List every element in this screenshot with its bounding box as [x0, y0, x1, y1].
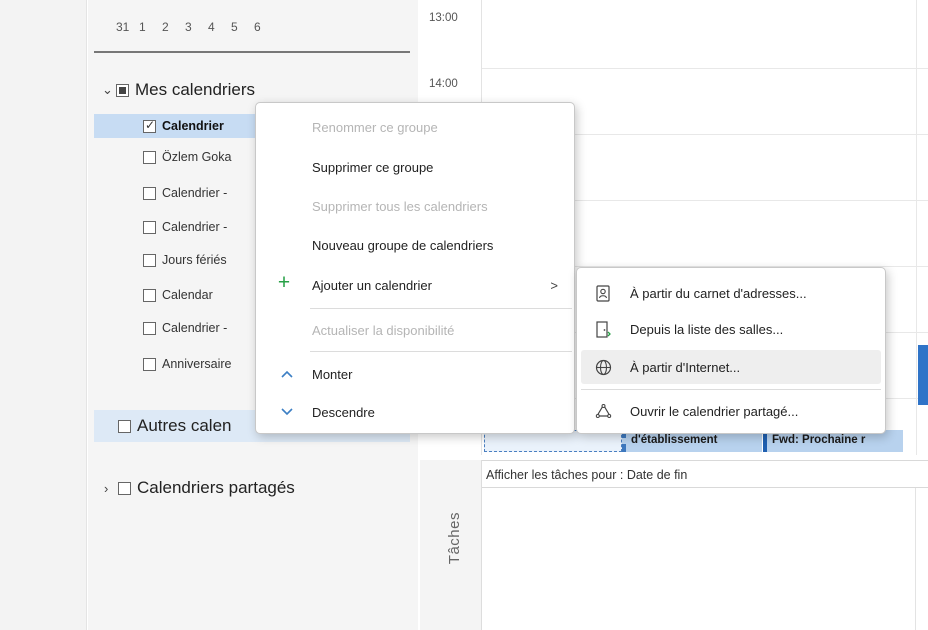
event-title: d'établissement	[631, 434, 718, 446]
chevron-up-icon	[278, 365, 296, 383]
group-checkbox[interactable]	[118, 419, 131, 433]
add-calendar-submenu: À partir du carnet d'adresses... Depuis …	[576, 267, 886, 434]
chevron-down-icon	[278, 403, 296, 421]
menu-item-add-calendar[interactable]: + Ajouter un calendrier >	[256, 268, 574, 302]
mini-calendar-day[interactable]: 5	[231, 20, 254, 34]
mini-calendar-day[interactable]: 31	[116, 20, 139, 34]
calendar-checkbox[interactable]	[143, 321, 156, 335]
calendar-item-label: Calendrier	[162, 119, 224, 133]
hour-gridline	[482, 68, 928, 69]
calendar-checkbox[interactable]	[143, 186, 156, 200]
submenu-item-label: Ouvrir le calendrier partagé...	[630, 403, 799, 419]
menu-item-label: Descendre	[312, 404, 375, 420]
menu-separator	[581, 389, 881, 390]
menu-item-label: Nouveau groupe de calendriers	[312, 237, 494, 253]
mini-calendar-day[interactable]: 6	[254, 20, 277, 34]
calendar-checkbox[interactable]	[143, 288, 156, 302]
submenu-item-label: À partir du carnet d'adresses...	[630, 285, 807, 301]
group-checkbox[interactable]	[116, 83, 129, 97]
submenu-item-label: À partir d'Internet...	[630, 359, 741, 375]
calendar-item-label: Calendrier -	[162, 321, 228, 335]
calendar-checkbox[interactable]	[143, 253, 156, 267]
calendar-item-label: Anniversaire	[162, 357, 232, 371]
menu-item-rename-group[interactable]: Renommer ce groupe	[256, 110, 574, 144]
menu-item-refresh-availability[interactable]: Actualiser la disponibilité	[256, 313, 574, 347]
tasks-header[interactable]: Afficher les tâches pour : Date de fin	[482, 460, 928, 488]
shared-calendar-icon	[594, 402, 612, 420]
calendar-item-label: Calendar	[162, 288, 213, 302]
calendar-item[interactable]: Anniversaire	[143, 352, 231, 376]
calendar-item-label: Calendrier -	[162, 220, 228, 234]
calendar-checkbox[interactable]	[143, 220, 156, 234]
submenu-item-from-internet[interactable]: À partir d'Internet...	[581, 350, 881, 384]
menu-item-label: Actualiser la disponibilité	[312, 322, 455, 338]
my-calendars-group[interactable]: ⌄ Mes calendriers	[102, 80, 255, 100]
menu-item-new-calendar-group[interactable]: Nouveau groupe de calendriers	[256, 228, 574, 262]
time-label: 13:00	[429, 12, 458, 24]
calendar-item[interactable]: Calendrier -	[143, 181, 227, 205]
menu-item-move-down[interactable]: Descendre	[256, 395, 574, 429]
calendar-item-label: Özlem Goka	[162, 150, 232, 164]
chevron-right-icon[interactable]: ›	[104, 481, 118, 496]
calendar-item[interactable]: Jours fériés	[143, 248, 227, 272]
submenu-item-from-address-book[interactable]: À partir du carnet d'adresses...	[581, 276, 881, 310]
menu-item-move-up[interactable]: Monter	[256, 357, 574, 391]
calendar-item[interactable]: Calendrier -	[143, 215, 227, 239]
event-title: Fwd: Prochaine r	[772, 434, 866, 446]
menu-item-label: Renommer ce groupe	[312, 119, 438, 135]
mini-calendar-week: 31 1 2 3 4 5 6	[116, 20, 277, 34]
address-book-icon	[594, 284, 612, 302]
calendar-item[interactable]: Özlem Goka	[143, 145, 231, 169]
menu-item-label: Supprimer ce groupe	[312, 159, 434, 175]
mini-calendar-day[interactable]: 2	[162, 20, 185, 34]
menu-separator	[310, 308, 572, 309]
other-calendars-title: Autres calen	[137, 416, 232, 435]
submenu-item-label: Depuis la liste des salles...	[630, 321, 784, 337]
globe-icon	[594, 358, 612, 376]
submenu-item-open-shared-calendar[interactable]: Ouvrir le calendrier partagé...	[581, 394, 881, 428]
calendar-checkbox[interactable]	[143, 357, 156, 371]
calendar-checkbox[interactable]	[143, 118, 156, 133]
calendar-item-label: Calendrier -	[162, 186, 228, 200]
submenu-item-from-room-list[interactable]: Depuis la liste des salles...	[581, 312, 881, 346]
menu-item-delete-group[interactable]: Supprimer ce groupe	[256, 150, 574, 184]
mini-calendar-day[interactable]: 1	[139, 20, 162, 34]
menu-item-label: Ajouter un calendrier	[312, 277, 432, 293]
chevron-down-icon[interactable]: ⌄	[102, 82, 116, 98]
shared-calendars-group[interactable]: › Calendriers partagés	[104, 478, 295, 498]
shared-calendars-title: Calendriers partagés	[137, 478, 295, 497]
submenu-arrow-icon: >	[550, 277, 558, 293]
menu-item-label: Supprimer tous les calendriers	[312, 198, 488, 214]
group-checkbox[interactable]	[118, 481, 131, 495]
mini-calendar-divider	[94, 51, 410, 53]
event-marker[interactable]	[918, 345, 928, 405]
context-menu: Renommer ce groupe Supprimer ce groupe S…	[255, 102, 575, 434]
menu-item-delete-all-calendars[interactable]: Supprimer tous les calendriers	[256, 189, 574, 223]
tasks-list[interactable]	[482, 488, 916, 630]
calendar-item-label: Jours fériés	[162, 253, 227, 267]
app-left-gutter	[0, 0, 87, 630]
time-label: 14:00	[429, 78, 458, 90]
menu-item-label: Monter	[312, 366, 353, 382]
mini-calendar-day[interactable]: 4	[208, 20, 231, 34]
tasks-header-label: Afficher les tâches pour : Date de fin	[486, 468, 688, 482]
my-calendars-title: Mes calendriers	[135, 80, 255, 99]
mini-calendar-day[interactable]: 3	[185, 20, 208, 34]
tasks-label: Tâches	[446, 512, 463, 565]
day-column-divider	[916, 0, 917, 455]
menu-separator	[310, 351, 572, 352]
calendar-checkbox[interactable]	[143, 150, 156, 164]
plus-icon: +	[277, 271, 291, 294]
room-list-icon	[594, 320, 612, 338]
calendar-item[interactable]: Calendar	[143, 283, 213, 307]
calendar-item[interactable]: Calendrier -	[143, 316, 227, 340]
